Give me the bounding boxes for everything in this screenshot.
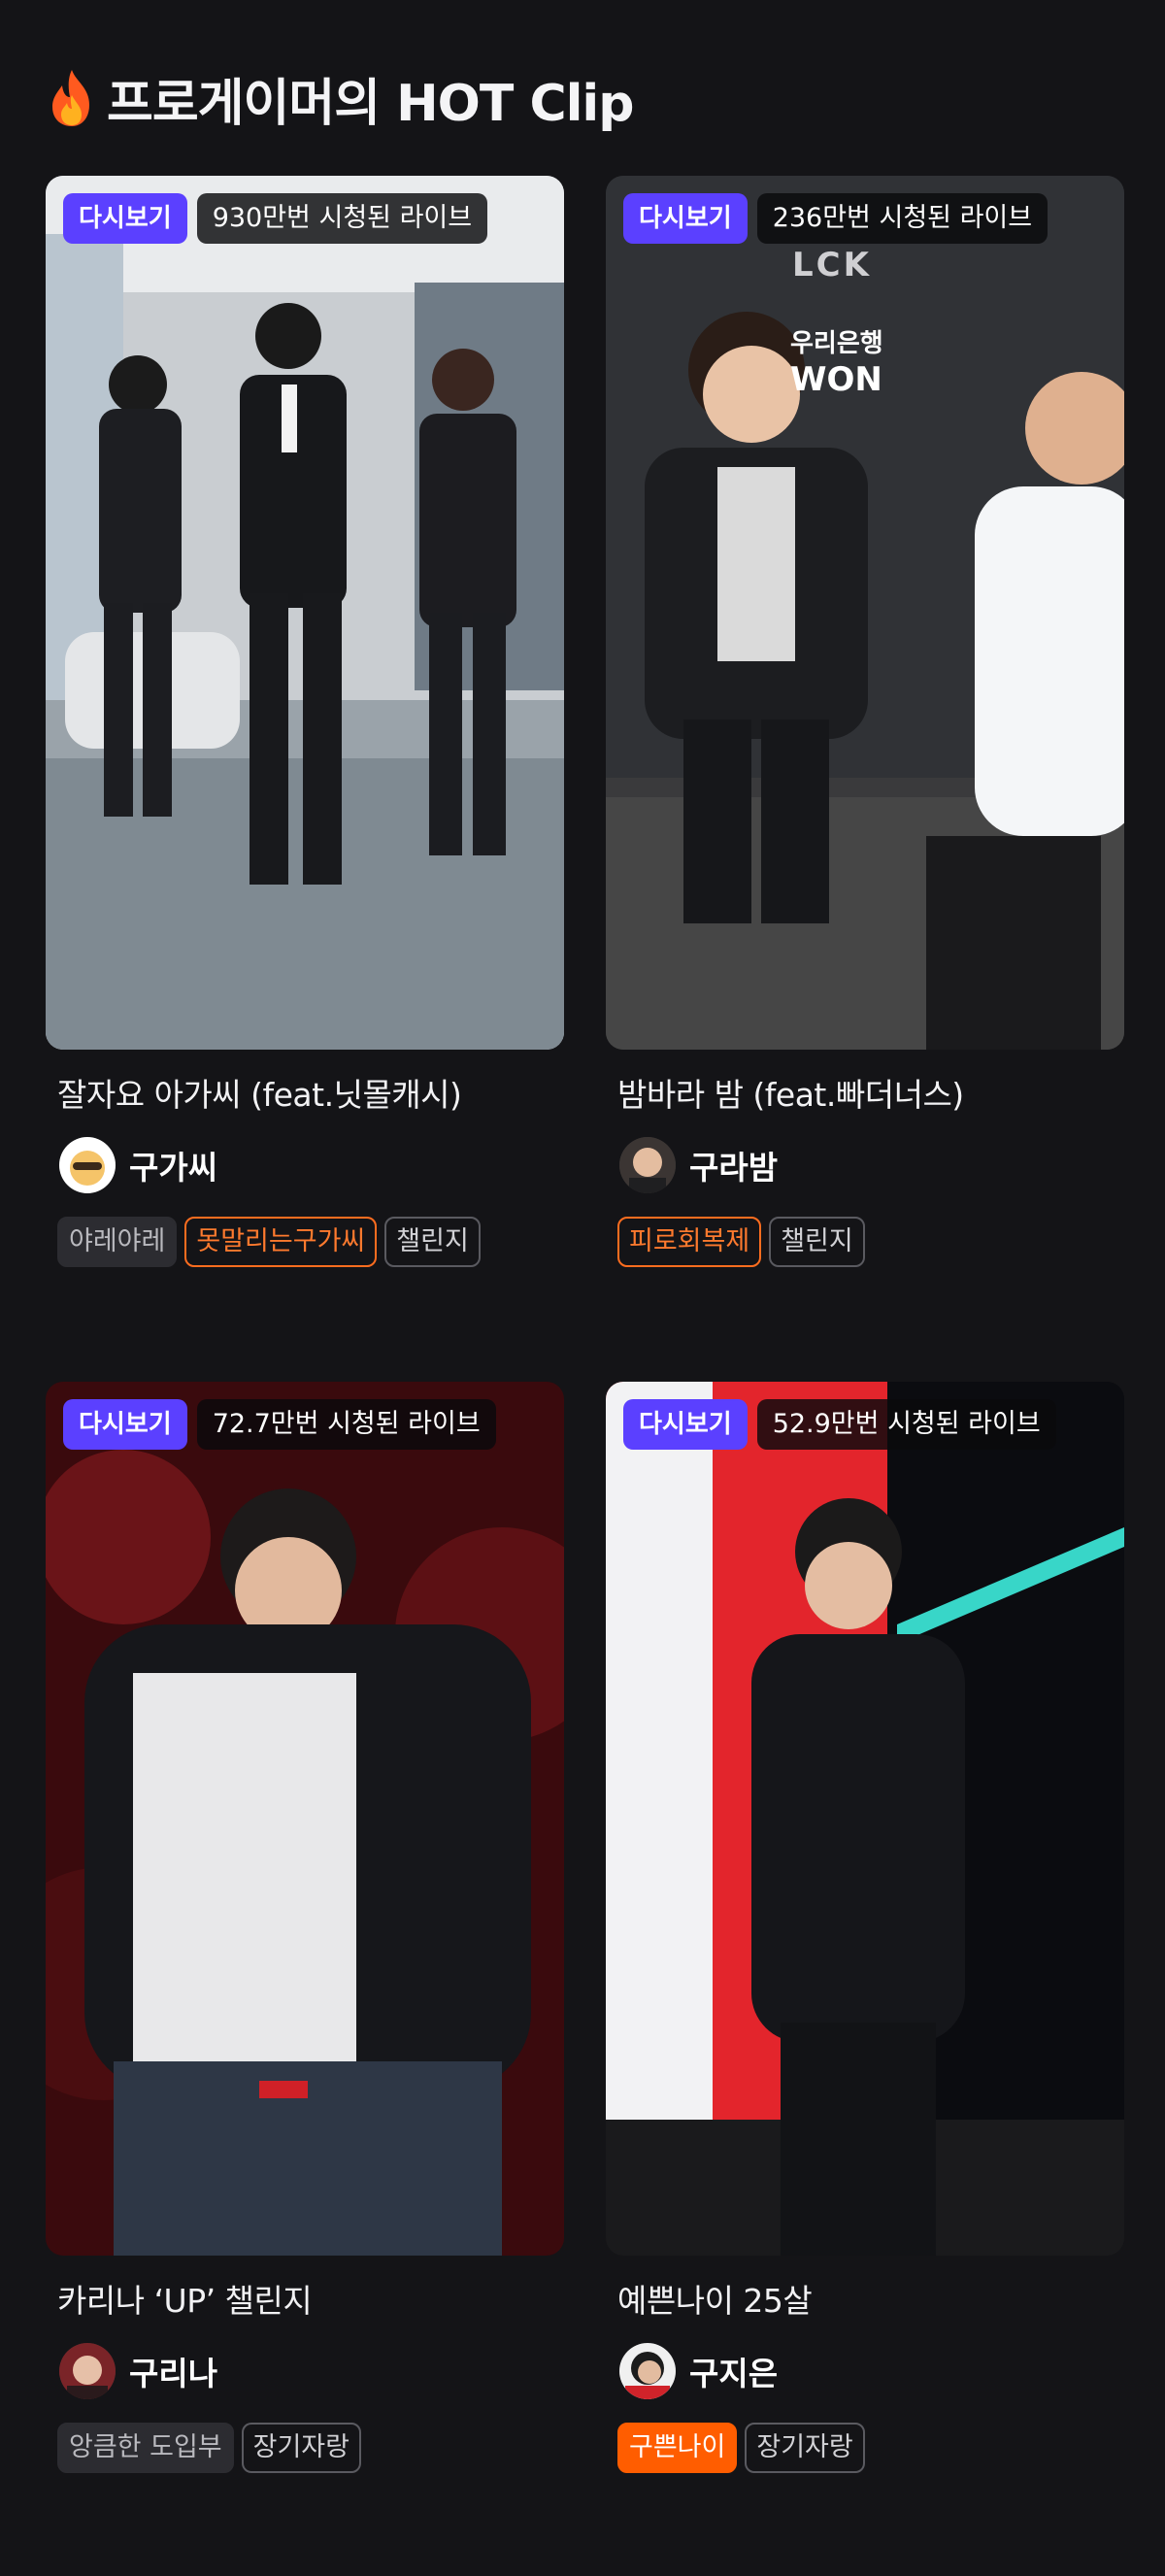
- view-count-badge: 236만번 시청된 라이브: [756, 193, 1048, 244]
- tag[interactable]: 챌린지: [384, 1217, 481, 1267]
- streamer-info[interactable]: 구리나: [46, 2341, 564, 2401]
- clip-badges: 다시보기 52.9만번 시청된 라이브: [623, 1399, 1056, 1450]
- tag[interactable]: 못말리는구가씨: [184, 1217, 378, 1267]
- clip-card[interactable]: 다시보기 72.7만번 시청된 라이브 카리나 ‘UP’ 챌린지 구리나 앙큼한…: [46, 1382, 564, 2473]
- streamer-avatar: [59, 1137, 116, 1193]
- lck-logo-text: LCK: [792, 246, 872, 284]
- hot-clip-page: 프로게이머의 HOT Clip 다시보기 930만번 시청된 라이브 잘자요 아…: [0, 0, 1165, 2576]
- sponsor-text: WON: [790, 360, 882, 399]
- clip-title[interactable]: 밤바라 밤 (feat.빠더너스): [606, 1073, 1124, 1118]
- clip-title[interactable]: 카리나 ‘UP’ 챌린지: [46, 2279, 564, 2324]
- streamer-avatar: [619, 2343, 676, 2399]
- clip-thumbnail[interactable]: 다시보기 236만번 시청된 라이브 LCK 우리은행 WON: [606, 176, 1124, 1050]
- tag[interactable]: 야레야레: [57, 1217, 178, 1267]
- streamer-name: 구지은: [689, 2355, 779, 2392]
- clip-title[interactable]: 잘자요 아가씨 (feat.닛몰캐시): [46, 1073, 564, 1118]
- tag[interactable]: 장기자랑: [241, 2423, 361, 2473]
- view-count-badge: 72.7만번 시청된 라이브: [196, 1399, 496, 1450]
- clip-thumbnail[interactable]: 다시보기 930만번 시청된 라이브: [46, 176, 564, 1050]
- clip-card[interactable]: 다시보기 236만번 시청된 라이브 LCK 우리은행 WON 밤바라 밤 (f…: [606, 176, 1124, 1267]
- replay-badge: 다시보기: [623, 193, 748, 244]
- streamer-info[interactable]: 구지은: [606, 2341, 1124, 2401]
- clip-thumbnail-image: [46, 176, 564, 1050]
- tag-list: 야레야레 못말리는구가씨 챌린지: [46, 1217, 564, 1267]
- tag-list: 구쁜나이 장기자랑: [606, 2423, 1124, 2473]
- tag-list: 피로회복제 챌린지: [606, 1217, 1124, 1267]
- streamer-name: 구가씨: [129, 1149, 218, 1187]
- tag[interactable]: 앙큼한 도입부: [57, 2423, 234, 2473]
- section-header: 프로게이머의 HOT Clip: [47, 62, 634, 134]
- clip-card[interactable]: 다시보기 930만번 시청된 라이브 잘자요 아가씨 (feat.닛몰캐시) 구…: [46, 176, 564, 1267]
- replay-badge: 다시보기: [63, 1399, 187, 1450]
- section-title: 프로게이머의 HOT Clip: [107, 74, 634, 133]
- tag[interactable]: 챌린지: [769, 1217, 865, 1267]
- tag[interactable]: 피로회복제: [617, 1217, 762, 1267]
- sponsor-text: 우리은행: [790, 329, 883, 358]
- streamer-name: 구라밤: [689, 1149, 779, 1187]
- view-count-badge: 930만번 시청된 라이브: [196, 193, 488, 244]
- clip-thumbnail-image: [606, 1382, 1124, 2256]
- streamer-name: 구리나: [129, 2355, 218, 2392]
- tag[interactable]: 구쁜나이: [617, 2423, 738, 2473]
- tag-list: 앙큼한 도입부 장기자랑: [46, 2423, 564, 2473]
- fire-icon: [52, 70, 89, 126]
- clip-badges: 다시보기 236만번 시청된 라이브: [623, 193, 1048, 244]
- tag[interactable]: 장기자랑: [745, 2423, 865, 2473]
- clip-title[interactable]: 예쁜나이 25살: [606, 2279, 1124, 2324]
- replay-badge: 다시보기: [623, 1399, 748, 1450]
- clip-thumbnail-image: [606, 176, 1124, 1050]
- clip-thumbnail[interactable]: 다시보기 52.9만번 시청된 라이브: [606, 1382, 1124, 2256]
- clip-badges: 다시보기 72.7만번 시청된 라이브: [63, 1399, 496, 1450]
- streamer-info[interactable]: 구가씨: [46, 1135, 564, 1195]
- clip-thumbnail[interactable]: 다시보기 72.7만번 시청된 라이브: [46, 1382, 564, 2256]
- clip-badges: 다시보기 930만번 시청된 라이브: [63, 193, 488, 244]
- replay-badge: 다시보기: [63, 193, 187, 244]
- clip-card[interactable]: 다시보기 52.9만번 시청된 라이브 예쁜나이 25살 구지은 구쁜나이 장기…: [606, 1382, 1124, 2473]
- streamer-info[interactable]: 구라밤: [606, 1135, 1124, 1195]
- view-count-badge: 52.9만번 시청된 라이브: [756, 1399, 1056, 1450]
- streamer-avatar: [619, 1137, 676, 1193]
- clip-thumbnail-image: [46, 1382, 564, 2256]
- streamer-avatar: [59, 2343, 116, 2399]
